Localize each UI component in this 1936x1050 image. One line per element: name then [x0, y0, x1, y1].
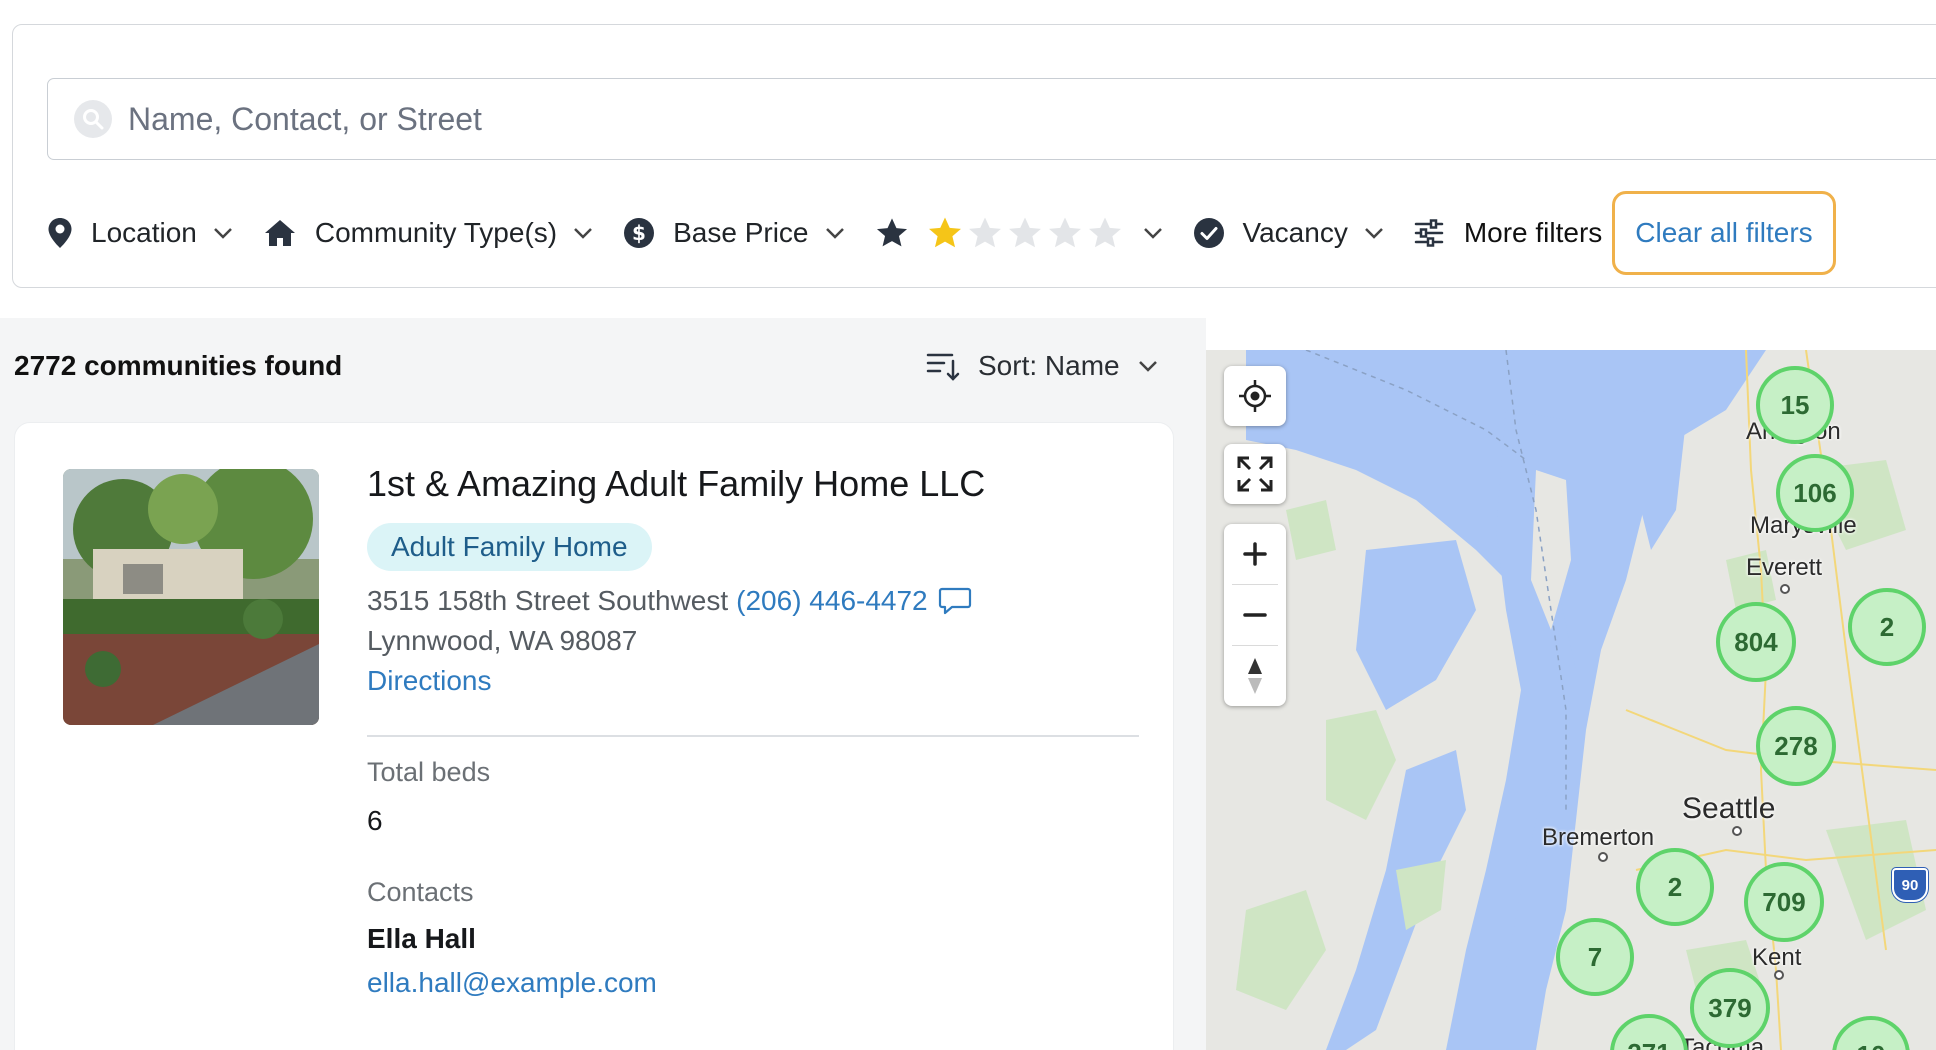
- svg-text:$: $: [632, 221, 646, 245]
- community-type-filter[interactable]: Community Type(s): [263, 217, 593, 249]
- check-circle-icon: [1193, 217, 1225, 249]
- map-cluster-marker[interactable]: 804: [1716, 602, 1796, 682]
- map-cluster-marker[interactable]: 7: [1556, 918, 1634, 996]
- community-name[interactable]: 1st & Amazing Adult Family Home LLC: [367, 463, 985, 505]
- map-cluster-marker[interactable]: 2: [1636, 848, 1714, 926]
- directions-link[interactable]: Directions: [367, 665, 491, 697]
- place-label-bremerton: Bremerton: [1542, 824, 1655, 851]
- results-count: 2772 communities found: [14, 350, 343, 381]
- zoom-in-button[interactable]: [1224, 524, 1286, 584]
- map-cluster-marker[interactable]: 2: [1848, 588, 1926, 666]
- chevron-down-icon: [573, 227, 593, 239]
- chevron-down-icon: [825, 227, 845, 239]
- more-filters-button[interactable]: More filters: [1414, 217, 1602, 249]
- city-dot: [1780, 584, 1790, 594]
- search-icon: [74, 100, 112, 138]
- chevron-down-icon: [1143, 227, 1163, 239]
- total-beds-label: Total beds: [367, 757, 491, 787]
- filter-panel: Name, Contact, or Street Location Commun…: [12, 24, 1936, 288]
- sliders-icon: [1414, 219, 1444, 247]
- total-beds-value: 6: [367, 805, 383, 836]
- location-filter-label: Location: [91, 217, 197, 248]
- search-placeholder: Name, Contact, or Street: [128, 100, 482, 137]
- filters-row: Location Community Type(s) $ Base Price: [47, 183, 1836, 283]
- search-input[interactable]: Name, Contact, or Street: [47, 78, 1936, 160]
- map-cluster-marker[interactable]: 379: [1690, 968, 1770, 1048]
- fullscreen-icon[interactable]: [1224, 444, 1286, 504]
- sort-icon: [926, 351, 960, 381]
- fullscreen-button[interactable]: [1224, 444, 1286, 504]
- chevron-down-icon: [1138, 360, 1158, 372]
- map-cluster-marker[interactable]: 709: [1744, 862, 1824, 942]
- compass-button[interactable]: [1224, 646, 1286, 706]
- base-price-filter-label: Base Price: [673, 217, 809, 248]
- map-cluster-marker[interactable]: 15: [1756, 366, 1834, 444]
- sort-label: Sort: Name: [978, 350, 1120, 381]
- contacts-label: Contacts: [367, 877, 474, 907]
- interstate-shield-icon: 90: [1892, 868, 1928, 902]
- rating-stars[interactable]: [927, 216, 1127, 250]
- place-label-seattle: Seattle: [1682, 792, 1776, 825]
- chevron-down-icon: [213, 227, 233, 239]
- community-card[interactable]: 1st & Amazing Adult Family Home LLC Adul…: [14, 422, 1174, 1050]
- map-cluster-marker[interactable]: 106: [1776, 454, 1854, 532]
- city-dot: [1732, 826, 1742, 836]
- contact-email-link[interactable]: ella.hall@example.com: [367, 967, 657, 999]
- star-empty-icon[interactable]: [1007, 216, 1043, 250]
- star-filled-icon[interactable]: [927, 216, 963, 250]
- community-type-filter-label: Community Type(s): [314, 217, 558, 248]
- chevron-down-icon: [1364, 227, 1384, 239]
- vacancy-filter[interactable]: Vacancy: [1193, 217, 1384, 249]
- rating-filter[interactable]: [875, 216, 1163, 250]
- place-label-everett: Everett: [1746, 554, 1823, 581]
- location-filter[interactable]: Location: [47, 217, 233, 249]
- city-state-zip: Lynnwood, WA 98087: [367, 625, 638, 656]
- locate-me-button[interactable]: [1224, 366, 1286, 426]
- phone-link[interactable]: (206) 446-4472: [736, 585, 927, 617]
- star-empty-icon[interactable]: [1047, 216, 1083, 250]
- map-pin-icon: [47, 217, 73, 249]
- base-price-filter[interactable]: $ Base Price: [623, 217, 844, 249]
- address-line-1: 3515 158th Street Southwest (206) 446-44…: [367, 585, 972, 617]
- star-empty-icon[interactable]: [1087, 216, 1123, 250]
- more-filters-label: More filters: [1463, 217, 1603, 248]
- city-dot: [1774, 970, 1784, 980]
- zoom-out-button[interactable]: [1224, 585, 1286, 645]
- dollar-icon: $: [623, 217, 655, 249]
- vacancy-filter-label: Vacancy: [1242, 217, 1348, 248]
- map-cluster-marker[interactable]: 278: [1756, 706, 1836, 786]
- zoom-controls[interactable]: [1224, 524, 1286, 706]
- crosshair-icon[interactable]: [1224, 366, 1286, 426]
- clear-all-filters-button[interactable]: Clear all filters: [1612, 191, 1836, 275]
- community-type-badge: Adult Family Home: [367, 523, 652, 571]
- divider: [367, 735, 1139, 737]
- map[interactable]: Arlington Marysville Everett Seattle Bre…: [1206, 350, 1936, 1050]
- contact-name: Ella Hall: [367, 923, 476, 954]
- place-label-kent: Kent: [1752, 944, 1802, 971]
- chat-bubble-icon[interactable]: [938, 586, 972, 616]
- community-photo[interactable]: [63, 469, 319, 725]
- city-dot: [1598, 852, 1608, 862]
- star-icon: [875, 217, 909, 249]
- sort-dropdown[interactable]: Sort: Name: [926, 350, 1158, 382]
- home-icon: [263, 218, 297, 248]
- star-empty-icon[interactable]: [967, 216, 1003, 250]
- street-address: 3515 158th Street Southwest: [367, 585, 729, 616]
